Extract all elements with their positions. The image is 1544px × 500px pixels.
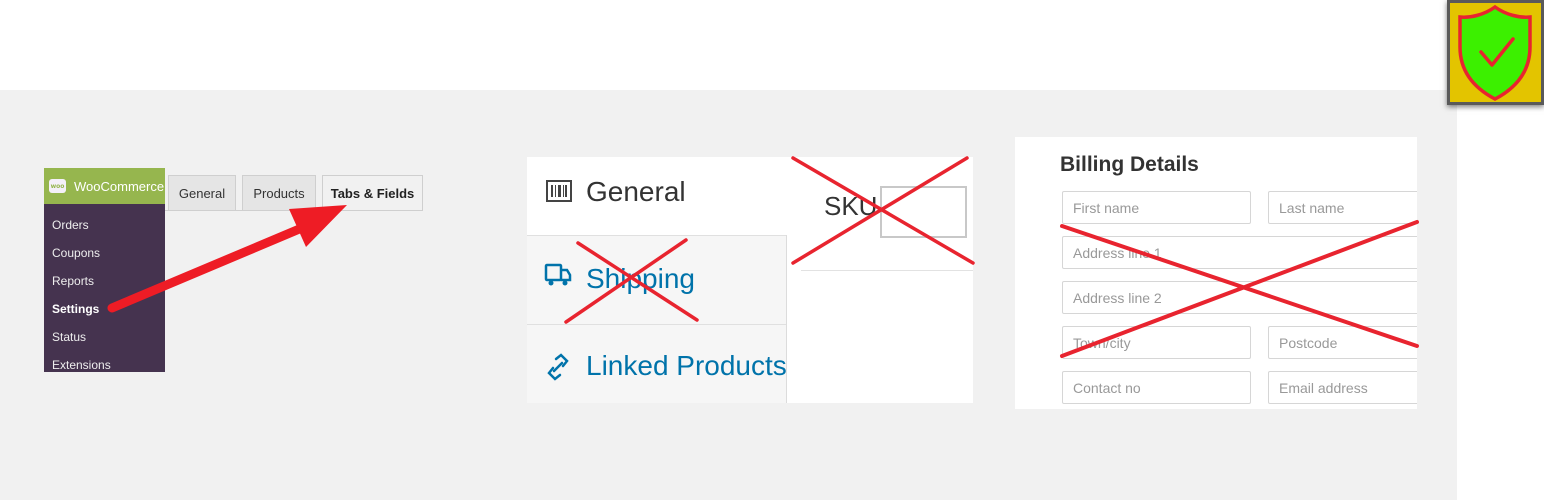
cross-mark-icon bbox=[791, 156, 975, 265]
security-shield-badge bbox=[1447, 0, 1544, 105]
red-arrow-icon bbox=[107, 205, 347, 313]
shield-check-icon bbox=[1458, 4, 1532, 101]
annotation-overlay bbox=[107, 156, 1419, 358]
cross-mark-icon bbox=[564, 238, 699, 324]
cross-mark-icon bbox=[1060, 220, 1419, 358]
